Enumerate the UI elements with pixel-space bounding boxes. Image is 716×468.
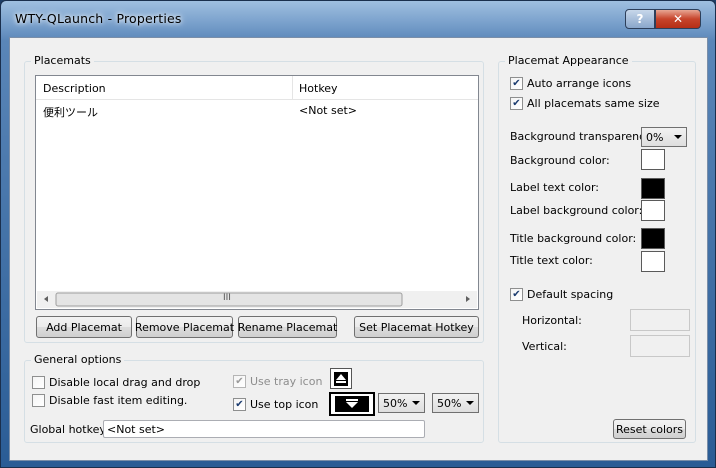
icon-size-select-a[interactable]: 50% [378, 393, 425, 413]
label-text-color-swatch[interactable] [641, 178, 665, 199]
chevron-down-icon [412, 401, 420, 405]
scroll-grip-icon: III [223, 293, 231, 303]
placemats-list[interactable]: Description Hotkey 便利ツール <Not set> III [35, 75, 479, 310]
set-placemat-hotkey-button[interactable]: Set Placemat Hotkey [354, 316, 479, 338]
scrollbar-graphic [44, 292, 470, 307]
top-icon-preview-icon [335, 396, 369, 412]
default-spacing-label: Default spacing [527, 288, 614, 301]
use-top-icon-checkbox[interactable]: ✔ Use top icon [233, 398, 318, 411]
general-options-label: General options [31, 353, 125, 366]
placemat-description: 便利ツール [43, 106, 98, 119]
same-size-label: All placemats same size [527, 97, 660, 110]
rename-placemat-button[interactable]: Rename Placemat [238, 316, 337, 338]
checkbox-box[interactable]: ✔ [233, 398, 246, 411]
checkbox-box[interactable]: ✔ [510, 77, 523, 90]
use-tray-icon-label: Use tray icon [250, 375, 323, 388]
icon-size-a-value: 50% [383, 396, 408, 410]
title-text-color-label: Title text color: [510, 254, 593, 267]
disable-drag-checkbox[interactable]: Disable local drag and drop [32, 376, 200, 389]
column-header-hotkey[interactable]: Hotkey [299, 82, 338, 95]
background-color-swatch[interactable] [641, 149, 665, 170]
top-icon-button[interactable] [329, 392, 375, 416]
checkbox-box[interactable] [32, 394, 45, 407]
icon-size-b-value: 50% [437, 396, 462, 410]
title-background-color-swatch[interactable] [641, 228, 665, 249]
placemat-hotkey: <Not set> [299, 104, 358, 117]
vertical-spacing-field[interactable] [630, 335, 690, 357]
transparency-label: Background transparency: [510, 130, 655, 143]
use-top-icon-label: Use top icon [250, 398, 319, 411]
auto-arrange-checkbox[interactable]: ✔ Auto arrange icons [510, 77, 631, 90]
transparency-value: 0% [646, 130, 664, 144]
title-text-color-swatch[interactable] [641, 251, 665, 272]
horizontal-spacing-label: Horizontal: [522, 314, 582, 327]
list-item[interactable]: 便利ツール <Not set> [36, 101, 478, 119]
placemats-group-label: Placemats [31, 54, 94, 67]
global-hotkey-field[interactable]: <Not set> [103, 420, 425, 438]
eject-icon [334, 371, 348, 386]
global-hotkey-value: <Not set> [107, 422, 166, 436]
add-placemat-button[interactable]: Add Placemat [36, 316, 132, 338]
scroll-right-arrow-icon[interactable] [466, 296, 470, 302]
default-spacing-checkbox[interactable]: ✔ Default spacing [510, 288, 613, 301]
list-header: Description Hotkey [36, 76, 478, 100]
tray-icon-button[interactable] [330, 368, 352, 389]
horizontal-scrollbar[interactable]: III [37, 291, 477, 308]
checkbox-box[interactable]: ✔ [233, 375, 246, 388]
checkbox-box[interactable] [32, 376, 45, 389]
title-background-color-label: Title background color: [510, 232, 637, 245]
dialog-client-area: Placemats Description Hotkey 便利ツール <Not … [9, 37, 708, 461]
chevron-down-icon [466, 401, 474, 405]
close-button[interactable]: ✕ [655, 9, 701, 29]
disable-fast-edit-label: Disable fast item editing. [49, 394, 188, 407]
same-size-checkbox[interactable]: ✔ All placemats same size [510, 97, 660, 110]
icon-size-select-b[interactable]: 50% [432, 393, 479, 413]
remove-placemat-button[interactable]: Remove Placemat [135, 316, 234, 338]
reset-colors-button[interactable]: Reset colors [613, 419, 686, 439]
transparency-select[interactable]: 0% [641, 127, 687, 147]
label-background-color-swatch[interactable] [641, 200, 665, 221]
global-hotkey-label: Global hotkey: [30, 423, 109, 436]
label-background-color-label: Label background color: [510, 204, 643, 217]
auto-arrange-label: Auto arrange icons [527, 77, 632, 90]
vertical-spacing-label: Vertical: [522, 340, 567, 353]
checkbox-box[interactable]: ✔ [510, 288, 523, 301]
appearance-group-label: Placemat Appearance [505, 54, 632, 67]
title-bar[interactable]: WTY-QLaunch - Properties ? ✕ [1, 1, 716, 37]
scroll-left-arrow-icon[interactable] [44, 296, 48, 302]
label-text-color-label: Label text color: [510, 181, 599, 194]
help-button[interactable]: ? [625, 9, 655, 29]
checkbox-box[interactable]: ✔ [510, 97, 523, 110]
background-color-label: Background color: [510, 154, 610, 167]
column-separator[interactable] [292, 76, 293, 100]
horizontal-spacing-field[interactable] [630, 309, 690, 331]
chevron-down-icon [674, 135, 682, 139]
properties-window: WTY-QLaunch - Properties ? ✕ Placemats D… [0, 0, 716, 468]
column-header-description[interactable]: Description [43, 82, 106, 95]
disable-fast-edit-checkbox[interactable]: Disable fast item editing. [32, 394, 187, 407]
use-tray-icon-checkbox[interactable]: ✔ Use tray icon [233, 375, 322, 388]
disable-drag-label: Disable local drag and drop [49, 376, 201, 389]
window-title: WTY-QLaunch - Properties [15, 11, 182, 26]
placemat-appearance-group: Placemat Appearance [498, 54, 696, 443]
